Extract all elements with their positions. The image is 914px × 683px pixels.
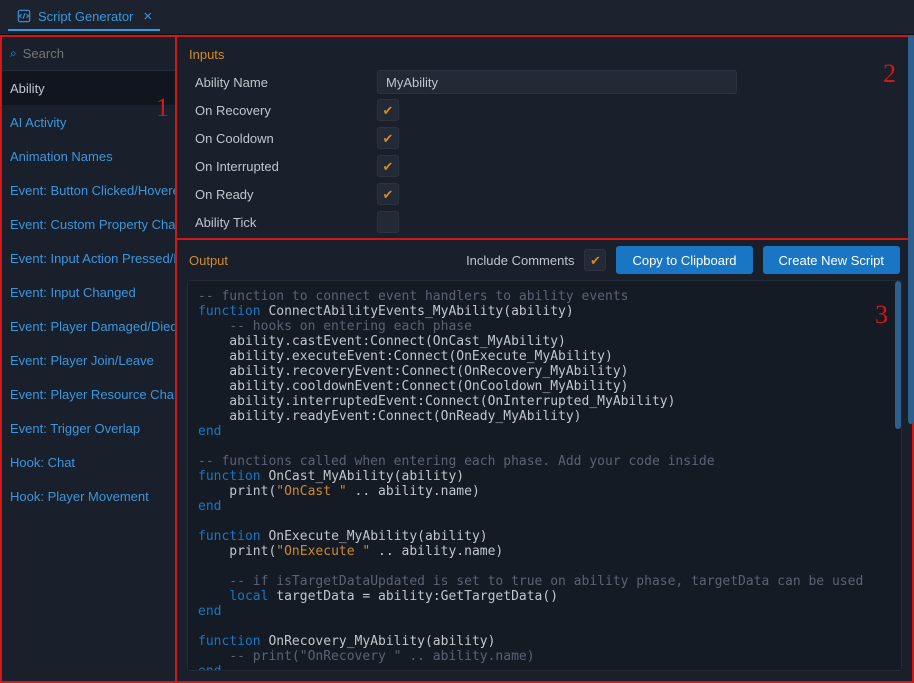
input-row: On Recovery [177, 96, 912, 124]
sidebar: ⌕ AbilityAI ActivityAnimation NamesEvent… [0, 35, 177, 683]
script-generator-root: Script Generator × ⌕ AbilityAI ActivityA… [0, 0, 914, 683]
sidebar-item[interactable]: Hook: Player Movement [2, 479, 175, 513]
include-comments-label: Include Comments [466, 253, 574, 268]
create-new-script-button[interactable]: Create New Script [763, 246, 900, 274]
main-area: ⌕ AbilityAI ActivityAnimation NamesEvent… [0, 35, 914, 683]
include-comments-checkbox[interactable] [584, 249, 606, 271]
input-row: Ability Tick [177, 208, 912, 236]
sidebar-item[interactable]: Event: Player Resource Changed [2, 377, 175, 411]
input-label: Ability Tick [195, 215, 377, 230]
checkbox[interactable] [377, 211, 399, 233]
input-row: On Interrupted [177, 152, 912, 180]
sidebar-item[interactable]: Ability [2, 71, 175, 105]
input-row: On Ready [177, 180, 912, 208]
sidebar-item[interactable]: Event: Input Changed [2, 275, 175, 309]
input-row: On Cooldown [177, 124, 912, 152]
tab-bar: Script Generator × [0, 0, 914, 35]
sidebar-item[interactable]: Event: Player Join/Leave [2, 343, 175, 377]
input-label: On Interrupted [195, 159, 377, 174]
tab-title: Script Generator [38, 9, 133, 24]
input-row: Ability Name [177, 68, 912, 96]
sidebar-item[interactable]: Animation Names [2, 139, 175, 173]
inputs-header: Inputs [177, 37, 912, 68]
sidebar-item[interactable]: AI Activity [2, 105, 175, 139]
sidebar-item[interactable]: Event: Button Clicked/Hovered [2, 173, 175, 207]
input-label: Ability Name [195, 75, 377, 90]
ability-name-input[interactable] [377, 70, 737, 94]
sidebar-item[interactable]: Event: Custom Property Changed [2, 207, 175, 241]
input-label: On Ready [195, 187, 377, 202]
output-panel: Output Include Comments Copy to Clipboar… [177, 240, 914, 683]
output-toolbar: Output Include Comments Copy to Clipboar… [177, 240, 912, 280]
copy-to-clipboard-button[interactable]: Copy to Clipboard [616, 246, 752, 274]
sidebar-item[interactable]: Event: Player Damaged/Died/Spawned [2, 309, 175, 343]
close-icon[interactable]: × [143, 8, 152, 25]
input-label: On Cooldown [195, 131, 377, 146]
checkbox[interactable] [377, 183, 399, 205]
output-header: Output [189, 253, 228, 268]
search-input[interactable] [23, 46, 199, 61]
code-output[interactable]: -- function to connect event handlers to… [187, 280, 902, 671]
search-field[interactable]: ⌕ [2, 37, 175, 71]
sidebar-item[interactable]: Event: Trigger Overlap [2, 411, 175, 445]
search-icon: ⌕ [10, 46, 17, 61]
right-column: Inputs Ability Name On Recovery On Cooldow… [177, 35, 914, 683]
sidebar-item[interactable]: Event: Input Action Pressed/Released [2, 241, 175, 275]
code-scrollbar[interactable] [895, 281, 901, 429]
checkbox[interactable] [377, 127, 399, 149]
panel-scrollbar[interactable] [908, 35, 914, 424]
sidebar-item[interactable]: Hook: Chat [2, 445, 175, 479]
script-generator-icon [16, 8, 32, 24]
template-list: AbilityAI ActivityAnimation NamesEvent: … [2, 71, 175, 681]
checkbox[interactable] [377, 155, 399, 177]
checkbox[interactable] [377, 99, 399, 121]
input-label: On Recovery [195, 103, 377, 118]
tab-script-generator[interactable]: Script Generator × [8, 3, 160, 31]
inputs-panel: Inputs Ability Name On Recovery On Cooldow… [177, 35, 914, 240]
